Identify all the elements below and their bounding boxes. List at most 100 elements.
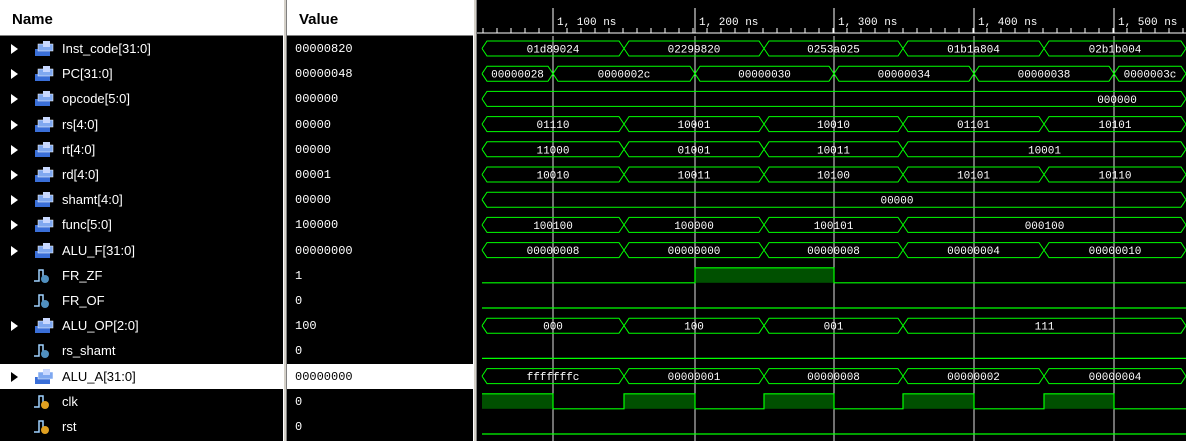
value-row[interactable]: 00000	[287, 187, 473, 212]
signal-value: 1	[295, 268, 303, 283]
bus-value-label: 00000034	[878, 70, 931, 82]
bus-value-label: 100100	[533, 221, 573, 233]
bus-value-label: fffffffc	[527, 372, 580, 384]
expand-arrow-icon[interactable]	[11, 245, 18, 256]
signal-row-shamt[interactable]: shamt[4:0]	[0, 187, 283, 212]
bus-value-label: 10011	[677, 171, 710, 183]
expand-arrow-icon[interactable]	[11, 144, 18, 155]
signal-value-pane: Value 00000820 00000048 000000 00000 00000 00…	[287, 0, 473, 441]
value-column-header[interactable]: Value	[287, 0, 473, 36]
bus-value-label: 000000	[1097, 95, 1137, 107]
signal-value: 100000	[295, 218, 339, 233]
bit-waveform	[482, 267, 1186, 284]
bus-value-label: 100101	[814, 221, 854, 233]
bus-value-label: 00000008	[807, 246, 860, 258]
bus-value-label: 00000028	[491, 70, 544, 82]
signal-row-inst-code[interactable]: Inst_code[31:0]	[0, 36, 283, 61]
value-row[interactable]: 100000	[287, 212, 473, 237]
signal-name: ALU_OP[2:0]	[62, 318, 139, 334]
signal-value: 00001	[295, 168, 332, 182]
signal-name-pane: Name Inst_code[31:0] PC[31:0] opcode[5:0] r…	[0, 0, 283, 441]
value-row[interactable]: 0	[287, 338, 473, 363]
ruler-time-label: 1, 100 ns	[557, 17, 616, 29]
bus-value-label: 00000001	[668, 372, 721, 384]
signal-row-alu-f[interactable]: ALU_F[31:0]	[0, 238, 283, 263]
expand-arrow-icon[interactable]	[11, 220, 18, 231]
bus-value-label: 001	[824, 322, 844, 334]
value-row[interactable]: 00000	[287, 112, 473, 137]
expand-arrow-icon[interactable]	[11, 321, 18, 332]
expand-arrow-icon[interactable]	[11, 94, 18, 105]
signal-row-rst[interactable]: rst	[0, 414, 283, 439]
clock-signal-icon	[32, 393, 52, 410]
value-row[interactable]: 0	[287, 288, 473, 313]
expand-arrow-icon[interactable]	[11, 119, 18, 130]
expand-arrow-icon[interactable]	[11, 195, 18, 206]
signal-row-rs[interactable]: rs[4:0]	[0, 112, 283, 137]
value-row[interactable]: 00001	[287, 162, 473, 187]
ruler-time-label: 1, 500 ns	[1118, 17, 1177, 29]
value-row[interactable]: 0	[287, 414, 473, 439]
value-row[interactable]: 1	[287, 263, 473, 288]
bus-signal-icon	[34, 40, 54, 57]
signal-row-fr-of[interactable]: FR_OF	[0, 288, 283, 313]
signal-name: rs_shamt	[62, 343, 116, 359]
bus-value-label: 10101	[1098, 120, 1131, 132]
bit-high-fill	[695, 267, 834, 283]
signal-row-alu-a[interactable]: ALU_A[31:0]	[0, 363, 283, 389]
value-row[interactable]: 00000000	[287, 238, 473, 263]
signal-value: 00000820	[295, 42, 353, 56]
expand-arrow-icon[interactable]	[11, 69, 18, 80]
signal-name: clk	[62, 393, 78, 409]
value-row[interactable]: 00000	[287, 137, 473, 162]
expand-arrow-icon[interactable]	[11, 170, 18, 180]
bus-value-label: 01b1a804	[947, 45, 1000, 57]
bit-high-fill	[764, 393, 834, 409]
expand-arrow-icon[interactable]	[11, 371, 18, 382]
bus-signal-icon	[34, 166, 54, 183]
signal-row-fr-zf[interactable]: FR_ZF	[0, 263, 283, 288]
signal-value: 000000	[295, 92, 339, 107]
signal-name: ALU_F[31:0]	[62, 242, 135, 258]
waveform-canvas[interactable]: 1, 100 ns 1, 200 ns 1, 300 ns 1, 400 ns 1, 5…	[477, 0, 1186, 441]
bus-value-label: 02b1b004	[1089, 45, 1142, 57]
name-column-header[interactable]: Name	[0, 0, 283, 36]
signal-row-alu-op[interactable]: ALU_OP[2:0]	[0, 313, 283, 338]
signal-row-pc[interactable]: PC[31:0]	[0, 61, 283, 86]
value-column-label: Value	[299, 11, 339, 28]
waveform-viewer: Name Inst_code[31:0] PC[31:0] opcode[5:0] r…	[0, 0, 1186, 441]
ruler-time-label: 1, 400 ns	[978, 17, 1037, 29]
signal-name: FR_ZF	[62, 267, 103, 283]
bus-value-label: 11000	[536, 145, 569, 157]
signal-row-rs-shamt[interactable]: rs_shamt	[0, 338, 283, 363]
bit-signal-icon	[32, 292, 52, 309]
expand-arrow-icon[interactable]	[11, 44, 18, 54]
signal-row-rd[interactable]: rd[4:0]	[0, 162, 283, 187]
signal-name: func[5:0]	[62, 217, 112, 233]
value-row[interactable]: 00000820	[287, 36, 473, 61]
bus-value-label: 01001	[677, 145, 710, 157]
bus-value-label: 100	[684, 322, 704, 334]
value-row[interactable]: 00000000	[287, 363, 473, 389]
signal-row-opcode[interactable]: opcode[5:0]	[0, 86, 283, 111]
clock-signal-icon	[32, 418, 52, 435]
name-column-label: Name	[12, 11, 53, 28]
signal-row-rt[interactable]: rt[4:0]	[0, 137, 283, 162]
value-row[interactable]: 000000	[287, 86, 473, 111]
bus-signal-icon	[34, 116, 54, 133]
signal-value: 00000000	[295, 243, 353, 258]
bus-value-label: 111	[1035, 322, 1055, 334]
signal-name: rs[4:0]	[62, 116, 99, 132]
bus-value-label: 00000002	[947, 372, 1000, 384]
waveform-pane[interactable]: 1, 100 ns 1, 200 ns 1, 300 ns 1, 400 ns 1, 5…	[477, 0, 1186, 441]
signal-row-func[interactable]: func[5:0]	[0, 212, 283, 237]
signal-name: Inst_code[31:0]	[62, 41, 151, 56]
bus-value-label: 000100	[1025, 221, 1065, 233]
value-row[interactable]: 0	[287, 389, 473, 414]
bit-high-fill	[482, 393, 553, 409]
signal-row-clk[interactable]: clk	[0, 389, 283, 414]
value-row[interactable]: 100	[287, 313, 473, 338]
bus-value-label: 0000002c	[598, 70, 651, 82]
value-row[interactable]: 00000048	[287, 61, 473, 86]
bus-signal-icon	[34, 191, 54, 208]
